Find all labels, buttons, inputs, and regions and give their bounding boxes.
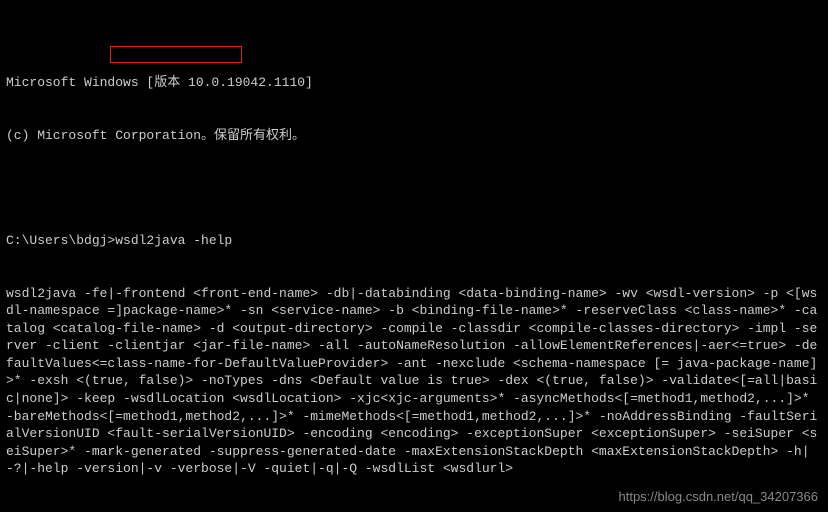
prompt-command: wsdl2java -help	[115, 233, 232, 248]
prompt-path: C:\Users\bdgj>	[6, 233, 115, 248]
blank-line	[6, 179, 822, 197]
command-highlight-box	[110, 46, 242, 63]
terminal-output[interactable]: Microsoft Windows [版本 10.0.19042.1110] (…	[0, 0, 828, 512]
prompt-line: C:\Users\bdgj>wsdl2java -help	[6, 232, 822, 250]
usage-block: wsdl2java -fe|-frontend <front-end-name>…	[6, 285, 822, 478]
os-banner-line2: (c) Microsoft Corporation。保留所有权利。	[6, 127, 822, 145]
os-banner-line1: Microsoft Windows [版本 10.0.19042.1110]	[6, 74, 822, 92]
